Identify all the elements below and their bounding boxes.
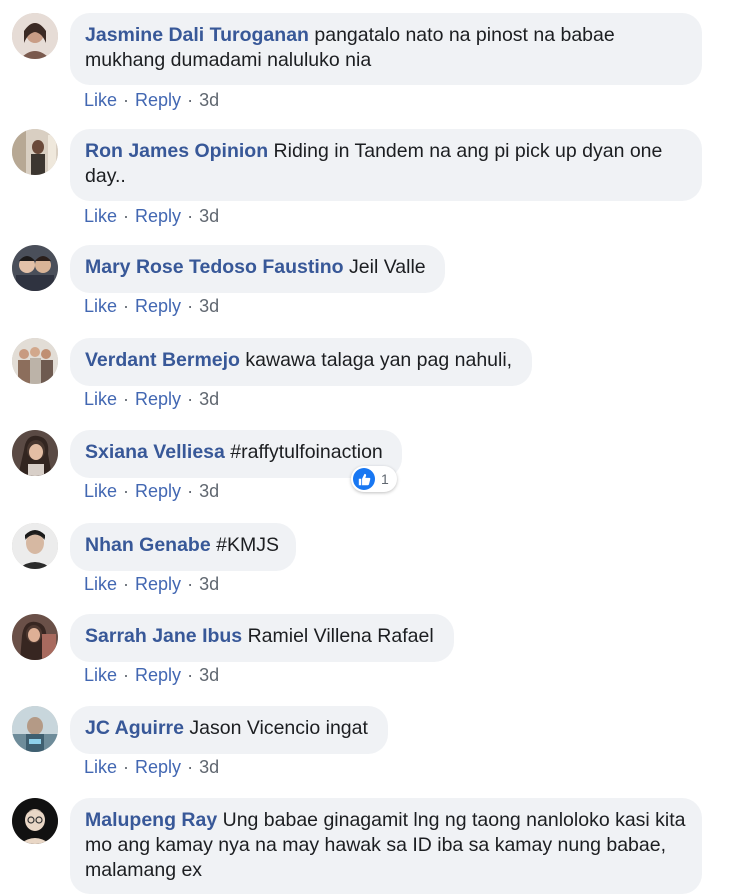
separator: · <box>123 481 130 501</box>
comment-timestamp[interactable]: 3d <box>199 90 219 110</box>
avatar[interactable] <box>12 706 58 752</box>
reply-button[interactable]: Reply <box>135 296 181 316</box>
reply-button[interactable]: Reply <box>135 757 181 777</box>
separator: · <box>187 206 194 226</box>
like-button[interactable]: Like <box>84 206 117 226</box>
avatar[interactable] <box>12 129 58 175</box>
comment-author[interactable]: Ron James Opinion <box>85 140 268 162</box>
like-icon <box>353 468 375 490</box>
reply-button[interactable]: Reply <box>135 665 181 685</box>
reply-button[interactable]: Reply <box>135 481 181 501</box>
comment-actions: Like · Reply · 3d <box>84 295 219 317</box>
comment-timestamp[interactable]: 3d <box>199 296 219 316</box>
comment-actions: Like · Reply · 3d <box>84 205 219 227</box>
comment-actions: Like · Reply · 3d <box>84 388 219 410</box>
comment-text: #raffytulfoinaction <box>230 441 383 463</box>
separator: · <box>123 665 130 685</box>
avatar[interactable] <box>12 798 58 844</box>
comment-text: Jeil Valle <box>349 256 426 278</box>
comment-text: Jason Vicencio ingat <box>189 717 368 739</box>
separator: · <box>187 757 194 777</box>
like-button[interactable]: Like <box>84 296 117 316</box>
reply-button[interactable]: Reply <box>135 206 181 226</box>
comment-bubble: Malupeng Ray Ung babae ginagamit lng ng … <box>70 798 702 894</box>
separator: · <box>123 574 130 594</box>
reaction-count: 1 <box>381 471 389 487</box>
like-button[interactable]: Like <box>84 389 117 409</box>
comment-author[interactable]: Sxiana Velliesa <box>85 441 225 463</box>
separator: · <box>187 574 194 594</box>
comment-timestamp[interactable]: 3d <box>199 665 219 685</box>
comment-actions: Like · Reply · 3d <box>84 664 219 686</box>
separator: · <box>187 665 194 685</box>
separator: · <box>123 389 130 409</box>
comment-text: kawawa talaga yan pag nahuli, <box>245 349 513 371</box>
separator: · <box>123 296 130 316</box>
avatar[interactable] <box>12 614 58 660</box>
comment-text: #KMJS <box>216 534 279 556</box>
comment-bubble: Jasmine Dali Turoganan pangatalo nato na… <box>70 13 702 85</box>
separator: · <box>123 206 130 226</box>
comment-timestamp[interactable]: 3d <box>199 481 219 501</box>
comment-bubble: Ron James Opinion Riding in Tandem na an… <box>70 129 702 201</box>
reaction-badge[interactable]: 1 <box>351 466 397 492</box>
separator: · <box>187 296 194 316</box>
separator: · <box>187 389 194 409</box>
like-button[interactable]: Like <box>84 90 117 110</box>
comment-bubble: Verdant Bermejo kawawa talaga yan pag na… <box>70 338 532 386</box>
comment-author[interactable]: Mary Rose Tedoso Faustino <box>85 256 344 278</box>
comment-bubble: Mary Rose Tedoso Faustino Jeil Valle <box>70 245 445 293</box>
avatar[interactable] <box>12 245 58 291</box>
comment-author[interactable]: JC Aguirre <box>85 717 184 739</box>
comment-bubble: Sarrah Jane Ibus Ramiel Villena Rafael <box>70 614 454 662</box>
reply-button[interactable]: Reply <box>135 574 181 594</box>
comment-actions: Like · Reply · 3d <box>84 573 219 595</box>
comment-author[interactable]: Jasmine Dali Turoganan <box>85 24 309 46</box>
comment-actions: Like · Reply · 3d <box>84 480 219 502</box>
comment-text: Ramiel Villena Rafael <box>247 625 434 647</box>
comment-bubble: Nhan Genabe #KMJS <box>70 523 296 571</box>
avatar[interactable] <box>12 430 58 476</box>
reply-button[interactable]: Reply <box>135 90 181 110</box>
avatar[interactable] <box>12 523 58 569</box>
comment-timestamp[interactable]: 3d <box>199 206 219 226</box>
separator: · <box>123 90 130 110</box>
comment-timestamp[interactable]: 3d <box>199 574 219 594</box>
comment-actions: Like · Reply · 3d <box>84 89 219 111</box>
comment-actions: Like · Reply · 3d <box>84 756 219 778</box>
separator: · <box>187 90 194 110</box>
avatar[interactable] <box>12 13 58 59</box>
like-button[interactable]: Like <box>84 757 117 777</box>
comment-author[interactable]: Malupeng Ray <box>85 809 217 831</box>
comment-author[interactable]: Sarrah Jane Ibus <box>85 625 242 647</box>
separator: · <box>123 757 130 777</box>
comment-timestamp[interactable]: 3d <box>199 757 219 777</box>
like-button[interactable]: Like <box>84 574 117 594</box>
comment-author[interactable]: Nhan Genabe <box>85 534 211 556</box>
separator: · <box>187 481 194 501</box>
reply-button[interactable]: Reply <box>135 389 181 409</box>
like-button[interactable]: Like <box>84 665 117 685</box>
comment-timestamp[interactable]: 3d <box>199 389 219 409</box>
comment-bubble: JC Aguirre Jason Vicencio ingat <box>70 706 388 754</box>
comment-author[interactable]: Verdant Bermejo <box>85 349 240 371</box>
like-button[interactable]: Like <box>84 481 117 501</box>
avatar[interactable] <box>12 338 58 384</box>
